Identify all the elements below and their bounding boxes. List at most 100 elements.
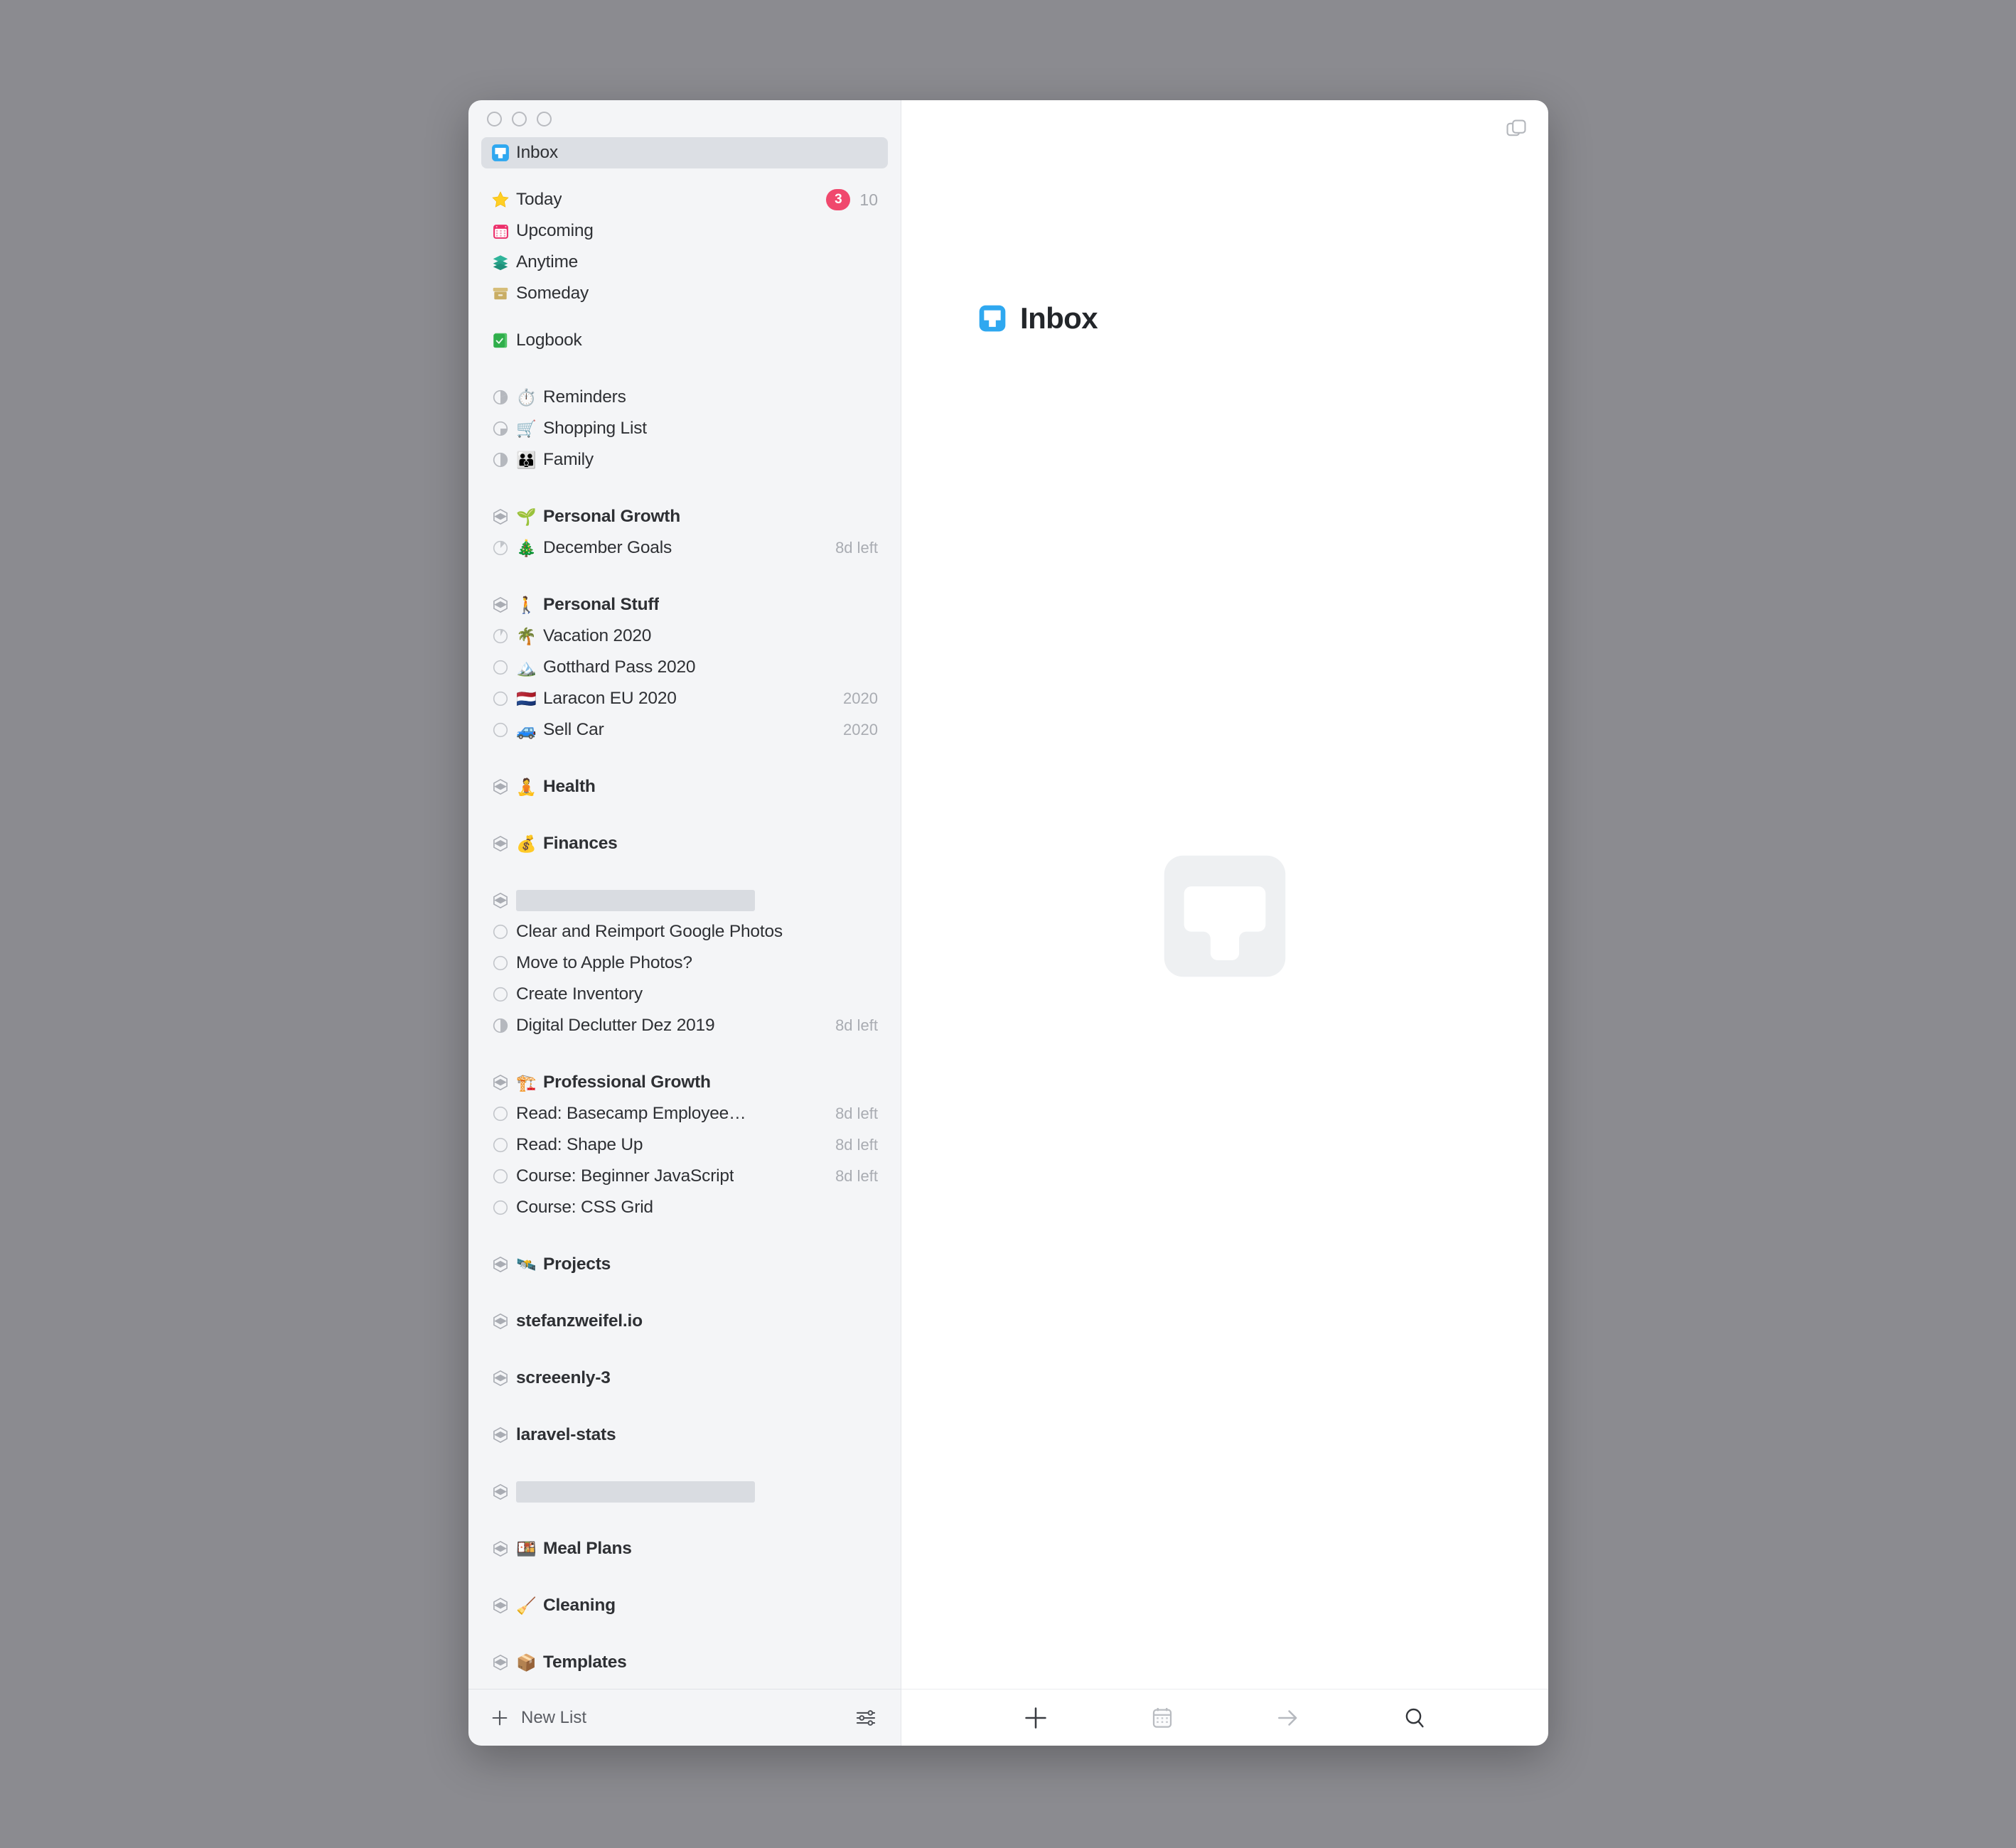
plus-icon [490, 1708, 510, 1728]
sidebar-project-sell-car[interactable]: 🚙 Sell Car 2020 [481, 714, 888, 746]
progress-pie-icon [490, 625, 511, 647]
sidebar-item-shopping-list[interactable]: 🛒 Shopping List [481, 413, 888, 444]
sidebar-item-label: Family [543, 450, 594, 469]
page-title: Inbox [978, 301, 1098, 335]
progress-pie-icon [490, 1103, 511, 1124]
redacted-label [516, 890, 755, 911]
area-icon [490, 594, 511, 616]
sidebar-list[interactable]: Inbox Today 3 10 Upcoming Anytime Someda… [468, 137, 901, 1689]
area-emoji: 💰 [516, 834, 537, 853]
sidebar-area-cleaning[interactable]: 🧹 Cleaning [481, 1590, 888, 1621]
sidebar-area-projects[interactable]: 🛰️ Projects [481, 1249, 888, 1280]
area-emoji: 🚶 [516, 595, 537, 614]
sidebar-project-create-inventory[interactable]: Create Inventory [481, 979, 888, 1010]
sidebar-area-personal-growth[interactable]: 🌱 Personal Growth [481, 501, 888, 532]
deadline-label: 2020 [843, 721, 878, 738]
sidebar-project-digital-declutter-dez-2019[interactable]: Digital Declutter Dez 2019 8d left [481, 1010, 888, 1041]
inbox-tray-watermark [1159, 850, 1291, 982]
sidebar-item-label: Shopping List [543, 419, 647, 438]
deadline-label: 8d left [835, 1105, 878, 1122]
progress-pie-icon [490, 984, 511, 1005]
duplicate-window-icon[interactable] [1504, 117, 1528, 141]
sidebar-item-label: Upcoming [516, 221, 594, 240]
sidebar-project-course-css-grid[interactable]: Course: CSS Grid [481, 1192, 888, 1223]
sidebar-project-course-beginner-javascript[interactable]: Course: Beginner JavaScript 8d left [481, 1161, 888, 1192]
zoom-button[interactable] [537, 111, 552, 127]
sidebar-item-today[interactable]: Today 3 10 [481, 184, 888, 215]
sidebar-project-read-shape-up[interactable]: Read: Shape Up 8d left [481, 1129, 888, 1161]
progress-pie-icon [490, 1134, 511, 1156]
sidebar-item-label: laravel-stats [516, 1425, 616, 1444]
area-emoji: 🧘 [516, 777, 537, 796]
minimize-button[interactable] [512, 111, 527, 127]
sidebar-area-stefanzweifel-io[interactable]: stefanzweifel.io [481, 1306, 888, 1337]
project-emoji: 🇳🇱 [516, 689, 537, 708]
sidebar-item-label: Gotthard Pass 2020 [543, 657, 696, 677]
sidebar-item-label: Professional Growth [543, 1073, 711, 1092]
sidebar-area-personal-stuff[interactable]: 🚶 Personal Stuff [481, 589, 888, 621]
close-button[interactable] [487, 111, 502, 127]
sidebar-item-label: Inbox [516, 143, 558, 162]
sidebar-item-family[interactable]: 👪 Family [481, 444, 888, 476]
sidebar-item-label: December Goals [543, 538, 672, 557]
sidebar-area-screeenly-3[interactable]: screeenly-3 [481, 1363, 888, 1394]
sliders-icon[interactable] [854, 1706, 878, 1730]
sidebar-item-upcoming[interactable]: Upcoming [481, 215, 888, 247]
progress-pie-icon [490, 418, 511, 439]
main-body: Inbox [901, 143, 1548, 1689]
when-button[interactable] [1149, 1705, 1175, 1731]
inbox-tray-icon [490, 142, 511, 163]
sidebar-area-laravel-stats[interactable]: laravel-stats [481, 1419, 888, 1451]
sidebar-item-reminders[interactable]: ⏱️ Reminders [481, 382, 888, 413]
sidebar-item-label: Health [543, 777, 596, 796]
move-button[interactable] [1275, 1704, 1302, 1731]
sidebar-area-redacted-2[interactable] [481, 1476, 888, 1508]
progress-pie-icon [490, 449, 511, 471]
sidebar-item-inbox[interactable]: Inbox [481, 137, 888, 168]
sidebar-area-templates[interactable]: 📦 Templates [481, 1647, 888, 1678]
sidebar-project-laracon-eu-2020[interactable]: 🇳🇱 Laracon EU 2020 2020 [481, 683, 888, 714]
sidebar-project-vacation-2020[interactable]: 🌴 Vacation 2020 [481, 621, 888, 652]
sidebar-area-meal-plans[interactable]: 🍱 Meal Plans [481, 1533, 888, 1564]
sidebar-project-december-goals[interactable]: 🎄 December Goals 8d left [481, 532, 888, 564]
sidebar-item-label: Meal Plans [543, 1539, 632, 1558]
area-icon [490, 1424, 511, 1446]
area-emoji: 🛰️ [516, 1255, 537, 1274]
progress-pie-icon [490, 921, 511, 942]
sidebar-item-anytime[interactable]: Anytime [481, 247, 888, 278]
sidebar-item-label: Vacation 2020 [543, 626, 652, 645]
sidebar-item-label: Clear and Reimport Google Photos [516, 922, 783, 941]
progress-pie-icon [490, 657, 511, 678]
sidebar-item-label: Today [516, 190, 562, 209]
search-button[interactable] [1402, 1705, 1427, 1731]
sidebar-item-label: Finances [543, 834, 618, 853]
area-icon [490, 776, 511, 797]
area-icon [490, 1481, 511, 1503]
list-emoji: ⏱️ [516, 387, 537, 407]
project-emoji: 🚙 [516, 720, 537, 739]
sidebar-area-finances[interactable]: 💰 Finances [481, 828, 888, 859]
sidebar-area-redacted[interactable] [481, 885, 888, 916]
sidebar-project-move-to-apple-photos[interactable]: Move to Apple Photos? [481, 947, 888, 979]
sidebar-project-clear-reimport-google-photos[interactable]: Clear and Reimport Google Photos [481, 916, 888, 947]
sidebar-project-gotthard-pass-2020[interactable]: 🏔️ Gotthard Pass 2020 [481, 652, 888, 683]
sidebar-item-label: Reminders [543, 387, 626, 407]
new-todo-button[interactable] [1022, 1704, 1049, 1731]
logbook-icon [490, 330, 511, 351]
main-toolbar [901, 1689, 1548, 1746]
new-list-button[interactable]: New List [490, 1708, 586, 1728]
sidebar-area-professional-growth[interactable]: 🏗️ Professional Growth [481, 1067, 888, 1098]
sidebar-item-logbook[interactable]: Logbook [481, 325, 888, 356]
sidebar-item-label: stefanzweifel.io [516, 1311, 643, 1331]
sidebar-area-health[interactable]: 🧘 Health [481, 771, 888, 802]
sidebar-item-someday[interactable]: Someday [481, 278, 888, 309]
sidebar-project-read-basecamp-employee[interactable]: Read: Basecamp Employee… 8d left [481, 1098, 888, 1129]
star-icon [490, 189, 511, 210]
status-badge: 3 [826, 189, 851, 210]
progress-pie-icon [490, 537, 511, 559]
sidebar-item-label: Read: Basecamp Employee… [516, 1104, 746, 1123]
deadline-label: 2020 [843, 689, 878, 707]
